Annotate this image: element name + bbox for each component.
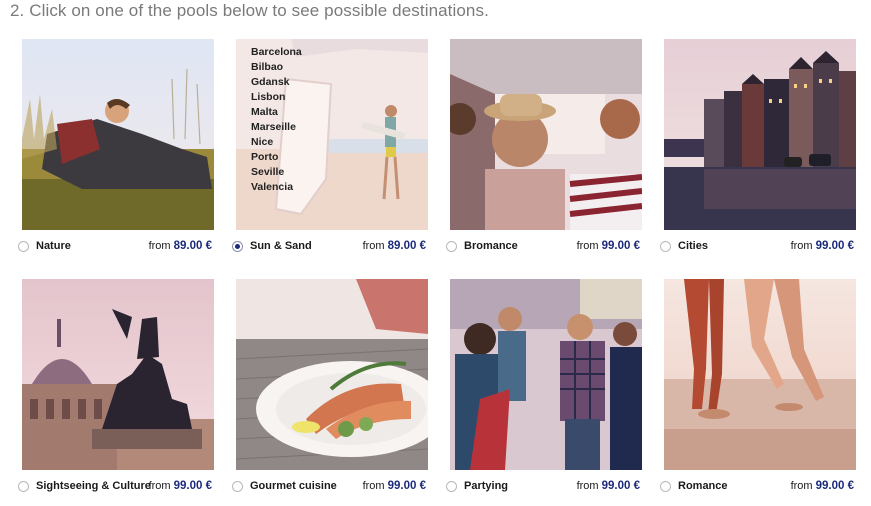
pool-name: Gourmet cuisine [250,480,337,492]
pool-radio-cities[interactable] [660,241,671,252]
destination-item: Porto [251,151,279,163]
pool-card-nature[interactable]: Nature from 89.00 € [18,39,214,260]
pool-caption: Sightseeing & Culture from 99.00 € [18,478,214,500]
pool-image-nature[interactable] [22,39,214,230]
pool-grid: Nature from 89.00 € Barcelona Bilbao Gda… [0,0,871,506]
pool-card-sightseeing[interactable]: Sightseeing & Culture from 99.00 € [18,279,214,500]
pool-name: Sun & Sand [250,240,312,252]
pool-card-romance[interactable]: Romance from 99.00 € [660,279,856,500]
pool-caption: Partying from 99.00 € [446,478,642,500]
pool-caption: Gourmet cuisine from 99.00 € [232,478,428,500]
pool-price: from 89.00 € [362,240,426,252]
pool-name: Bromance [464,240,518,252]
pool-price: from 99.00 € [790,480,854,492]
pool-caption: Sun & Sand from 89.00 € [232,238,428,260]
pool-image-sightseeing[interactable] [22,279,214,470]
pool-image-sun-sand[interactable]: Barcelona Bilbao Gdansk Lisbon Malta Mar… [236,39,428,230]
destination-item: Gdansk [251,76,290,88]
pool-caption: Nature from 89.00 € [18,238,214,260]
pool-radio-partying[interactable] [446,481,457,492]
pool-price: from 99.00 € [576,240,640,252]
pool-card-cities[interactable]: Cities from 99.00 € [660,39,856,260]
gourmet-photo [236,279,428,470]
pool-price: from 99.00 € [362,480,426,492]
pool-card-sun-sand[interactable]: Barcelona Bilbao Gdansk Lisbon Malta Mar… [232,39,428,260]
pool-image-partying[interactable] [450,279,642,470]
pool-radio-sun-sand[interactable] [232,241,243,252]
nature-photo [22,39,214,230]
pool-name: Partying [464,480,509,492]
pool-image-romance[interactable] [664,279,856,470]
destination-item: Barcelona [251,46,302,58]
destination-list: Barcelona Bilbao Gdansk Lisbon Malta Mar… [251,45,302,195]
pool-caption: Romance from 99.00 € [660,478,856,500]
pool-radio-romance[interactable] [660,481,671,492]
partying-photo [450,279,642,470]
pool-name: Sightseeing & Culture [36,480,151,492]
destination-item: Nice [251,136,274,148]
pool-name: Nature [36,240,71,252]
pool-price: from 89.00 € [148,240,212,252]
pool-name: Romance [678,480,728,492]
destination-item: Lisbon [251,91,286,103]
pool-card-bromance[interactable]: Bromance from 99.00 € [446,39,642,260]
destination-item: Bilbao [251,61,284,73]
destination-item: Seville [251,166,285,178]
pool-price: from 99.00 € [790,240,854,252]
pool-radio-nature[interactable] [18,241,29,252]
destination-item: Marseille [251,121,296,133]
pool-image-gourmet[interactable] [236,279,428,470]
destination-item: Valencia [251,181,294,193]
cities-photo [664,39,856,230]
pool-name: Cities [678,240,708,252]
bromance-photo [450,39,642,230]
pool-image-cities[interactable] [664,39,856,230]
pool-image-bromance[interactable] [450,39,642,230]
pool-radio-gourmet[interactable] [232,481,243,492]
pool-price: from 99.00 € [148,480,212,492]
pool-card-partying[interactable]: Partying from 99.00 € [446,279,642,500]
pool-caption: Bromance from 99.00 € [446,238,642,260]
sightseeing-photo [22,279,214,470]
destination-item: Malta [251,106,278,118]
pool-radio-sightseeing[interactable] [18,481,29,492]
romance-photo [664,279,856,470]
pool-caption: Cities from 99.00 € [660,238,856,260]
pool-radio-bromance[interactable] [446,241,457,252]
pool-price: from 99.00 € [576,480,640,492]
pool-card-gourmet[interactable]: Gourmet cuisine from 99.00 € [232,279,428,500]
